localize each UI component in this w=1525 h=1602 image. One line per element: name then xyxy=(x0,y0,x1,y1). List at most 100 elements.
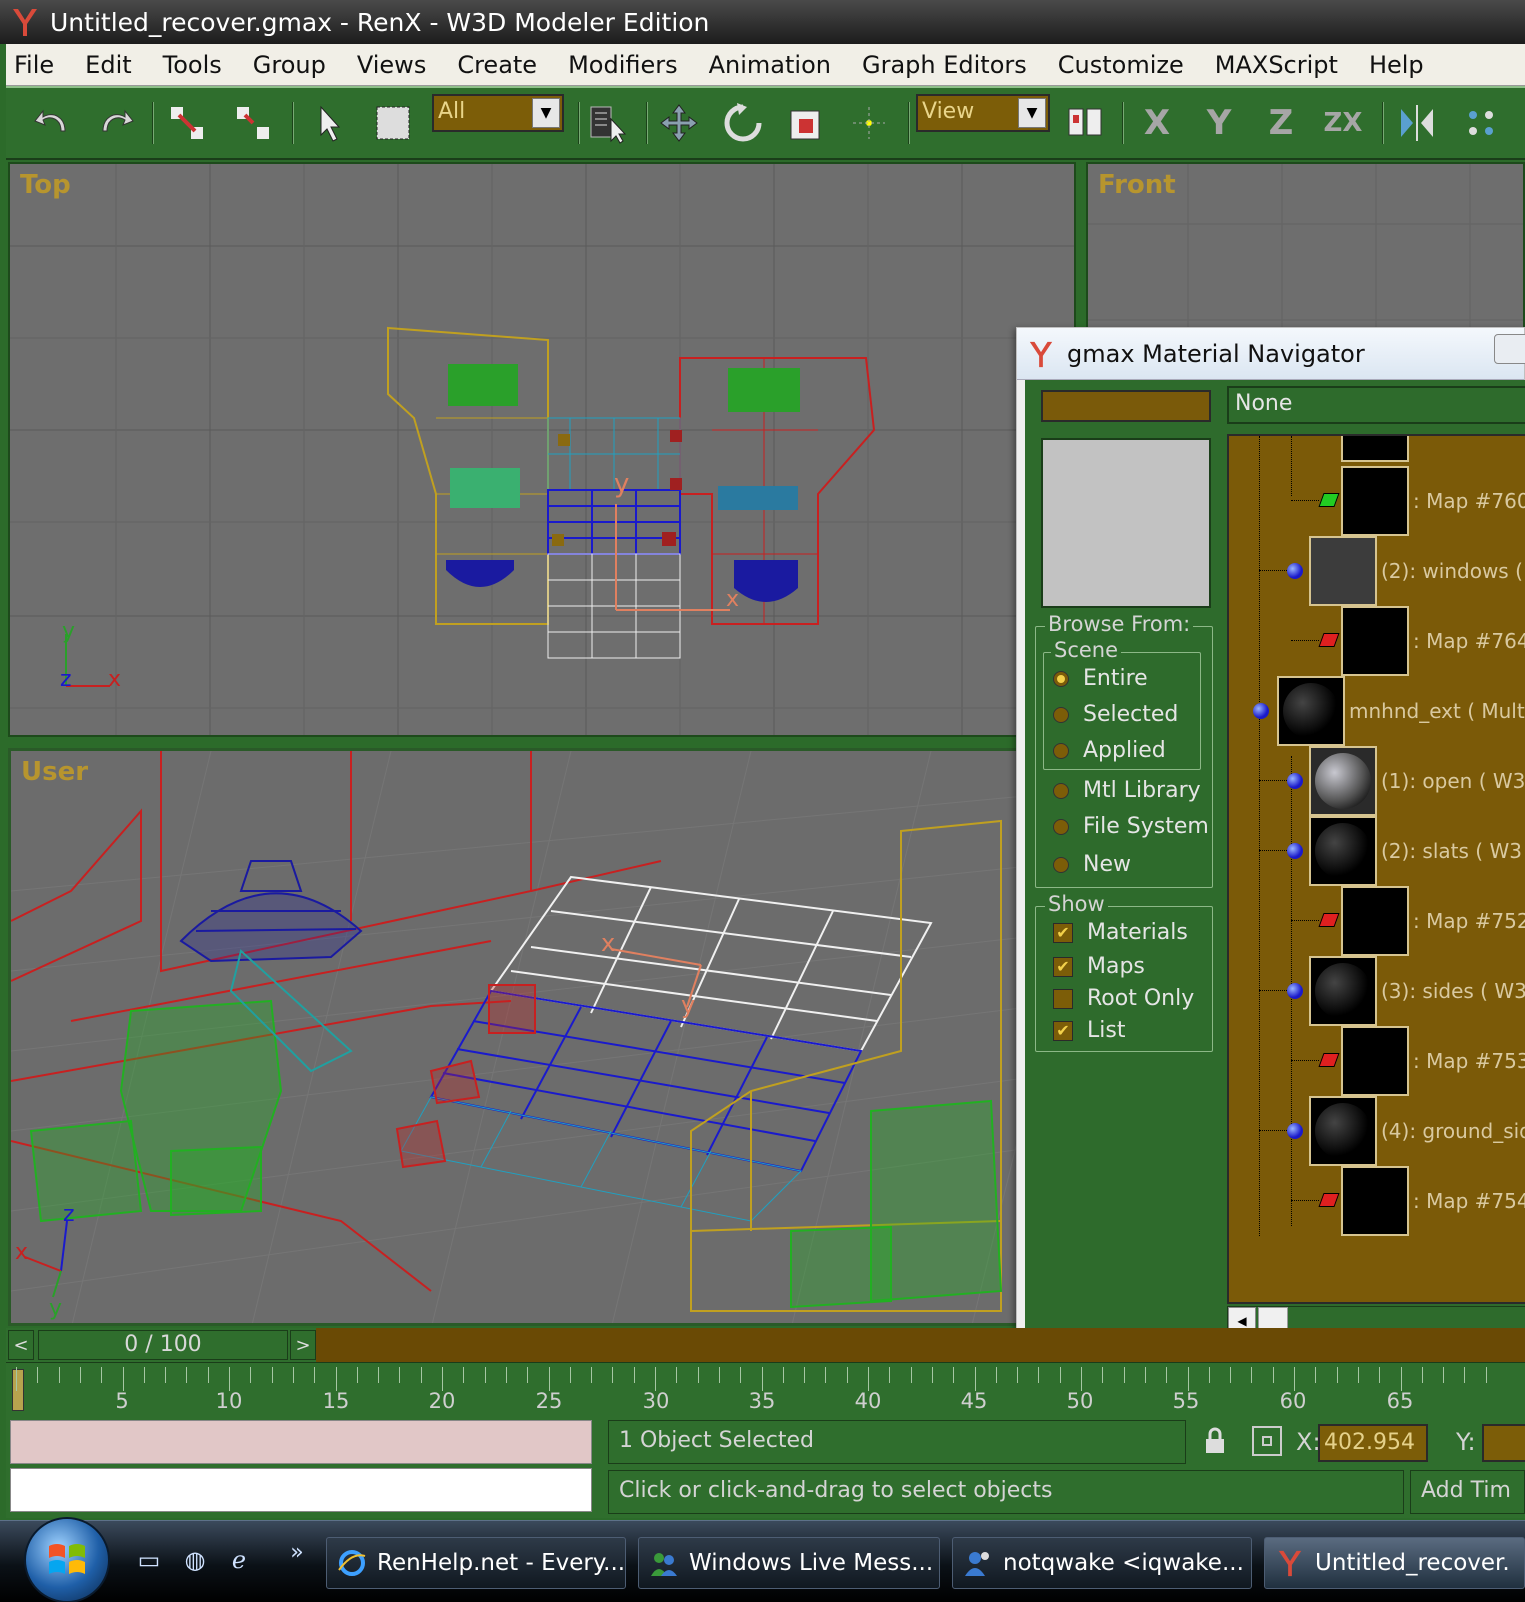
material-sphere-icon xyxy=(1287,563,1303,579)
next-frame-button[interactable]: > xyxy=(290,1330,316,1360)
minimize-button[interactable] xyxy=(1494,334,1525,364)
restrict-z-button[interactable]: Z xyxy=(1256,98,1306,148)
radio-selected[interactable]: Selected xyxy=(1053,702,1178,727)
taskbar-item-label: RenHelp.net - Every... xyxy=(377,1550,626,1576)
tree-item[interactable]: (2): windows ( xyxy=(1229,536,1523,606)
select-and-scale-button[interactable] xyxy=(782,98,832,148)
maxscript-listener-mini[interactable] xyxy=(10,1420,592,1464)
radio-file-system[interactable]: File System xyxy=(1053,814,1209,839)
checkbox-list[interactable]: ✔ List xyxy=(1053,1018,1125,1043)
maxscript-input-mini[interactable] xyxy=(10,1468,592,1512)
reference-coord-dropdown[interactable]: View ▼ xyxy=(916,94,1050,132)
y-coord-field[interactable] xyxy=(1482,1424,1525,1462)
redo-button[interactable] xyxy=(90,98,140,148)
menu-maxscript[interactable]: MAXScript xyxy=(1213,49,1340,81)
taskbar-item-gmax[interactable]: Untitled_recover. xyxy=(1264,1537,1525,1589)
material-color-swatch[interactable] xyxy=(1041,390,1211,422)
taskbar-item-label: notqwake <iqwake... xyxy=(1003,1550,1244,1576)
ruler-tick xyxy=(314,1367,316,1383)
tree-item[interactable]: (2): slats ( W3 xyxy=(1229,816,1522,886)
add-time-tag-button[interactable]: Add Tim xyxy=(1410,1470,1525,1514)
chevron-right-icon[interactable]: » xyxy=(282,1537,312,1567)
material-thumbnail xyxy=(1309,816,1377,886)
browser-quicklaunch-icon[interactable]: ◍ xyxy=(180,1545,210,1575)
main-toolbar: All ▼ View ▼ X Y Z ZX xyxy=(6,86,1525,160)
menu-edit[interactable]: Edit xyxy=(83,49,133,81)
ruler-tick xyxy=(931,1367,933,1383)
ruler-tick xyxy=(143,1367,145,1383)
tree-item[interactable]: : Map #754 xyxy=(1229,1166,1525,1236)
menu-group[interactable]: Group xyxy=(251,49,328,81)
tree-item[interactable]: : Map #752 xyxy=(1229,886,1525,956)
unlink-selection-button[interactable] xyxy=(228,98,278,148)
ruler-tick xyxy=(207,1367,209,1383)
restrict-y-button[interactable]: Y xyxy=(1194,98,1244,148)
tree-item[interactable]: mnhnd_ext ( Mult xyxy=(1229,676,1525,746)
select-and-move-button[interactable] xyxy=(654,98,704,148)
svg-text:y: y xyxy=(49,1296,62,1321)
select-and-rotate-button[interactable] xyxy=(718,98,768,148)
undo-button[interactable] xyxy=(28,98,78,148)
frame-cursor[interactable] xyxy=(12,1369,24,1411)
radio-entire[interactable]: Entire xyxy=(1053,666,1148,691)
x-coord-field[interactable]: 402.954 xyxy=(1318,1424,1428,1462)
menu-customize[interactable]: Customize xyxy=(1056,49,1186,81)
menu-tools[interactable]: Tools xyxy=(161,49,224,81)
menu-file[interactable]: File xyxy=(12,49,56,81)
select-by-name-button[interactable] xyxy=(584,98,634,148)
restrict-zx-button[interactable]: ZX xyxy=(1318,98,1368,148)
lock-icon[interactable] xyxy=(1202,1426,1228,1456)
material-sphere-icon xyxy=(1287,983,1303,999)
checkbox-root-only[interactable]: Root Only xyxy=(1053,986,1194,1011)
menu-help[interactable]: Help xyxy=(1367,49,1426,81)
tree-item[interactable]: (1): open ( W3 xyxy=(1229,746,1525,816)
menu-animation[interactable]: Animation xyxy=(707,49,833,81)
tree-item[interactable]: : Map #764 xyxy=(1229,606,1525,676)
ruler-tick xyxy=(1102,1367,1104,1383)
time-slider-track xyxy=(316,1328,1525,1362)
ruler-tick xyxy=(505,1367,507,1383)
time-slider-thumb[interactable]: 0 / 100 xyxy=(38,1330,288,1360)
select-object-button[interactable] xyxy=(304,98,354,148)
material-navigator-titlebar[interactable]: gmax Material Navigator xyxy=(1017,328,1524,380)
use-pivot-point-button[interactable] xyxy=(844,98,894,148)
frame-ruler[interactable]: 5 10 15 20 25 30 35 40 45 50 55 60 65 xyxy=(6,1362,1525,1416)
checkbox-maps[interactable]: ✔ Maps xyxy=(1053,954,1145,979)
menu-views[interactable]: Views xyxy=(355,49,428,81)
mirror-button[interactable] xyxy=(1392,98,1442,148)
tree-item[interactable]: (3): sides ( W3 xyxy=(1229,956,1525,1026)
tree-item[interactable]: : Map #753 xyxy=(1229,1026,1525,1096)
taskbar-item-renhelp[interactable]: RenHelp.net - Every... xyxy=(326,1537,626,1589)
radio-mtl-library[interactable]: Mtl Library xyxy=(1053,778,1201,803)
menu-create[interactable]: Create xyxy=(455,49,539,81)
ie-quicklaunch-icon[interactable]: ℯ xyxy=(224,1545,254,1575)
ruler-tick xyxy=(79,1367,81,1383)
material-navigator-window[interactable]: gmax Material Navigator None Browse From… xyxy=(1016,327,1525,1336)
ruler-tick xyxy=(186,1367,188,1383)
material-name-field[interactable]: None xyxy=(1227,386,1525,424)
taskbar-item-conversation[interactable]: notqwake <iqwake... xyxy=(952,1537,1252,1589)
pivot-center-button[interactable] xyxy=(1060,98,1110,148)
start-button[interactable] xyxy=(24,1517,110,1602)
tree-item[interactable]: : Map #760 xyxy=(1229,466,1525,536)
align-button[interactable] xyxy=(1456,98,1506,148)
select-and-link-button[interactable] xyxy=(162,98,212,148)
radio-new[interactable]: New xyxy=(1053,852,1131,877)
viewport-top[interactable]: y x y z x Top xyxy=(8,162,1076,737)
selection-filter-dropdown[interactable]: All ▼ xyxy=(432,94,564,132)
absolute-mode-toggle[interactable] xyxy=(1252,1426,1282,1456)
viewport-user[interactable]: x y z x y User xyxy=(8,748,1076,1326)
ruler-tick xyxy=(122,1367,124,1391)
previous-frame-button[interactable]: < xyxy=(8,1330,34,1360)
taskbar-item-messenger[interactable]: Windows Live Mess... xyxy=(638,1537,940,1589)
show-desktop-icon[interactable]: ▭ xyxy=(134,1545,164,1575)
checkbox-materials[interactable]: ✔ Materials xyxy=(1053,920,1188,945)
material-tree[interactable]: : Map #760 (2): windows ( : Map #764 mnh… xyxy=(1227,434,1525,1304)
selection-region-button[interactable] xyxy=(368,98,418,148)
menu-graph-editors[interactable]: Graph Editors xyxy=(860,49,1029,81)
browse-from-label: Browse From: xyxy=(1045,612,1194,636)
restrict-x-button[interactable]: X xyxy=(1132,98,1182,148)
tree-item[interactable]: (4): ground_sid xyxy=(1229,1096,1525,1166)
menu-modifiers[interactable]: Modifiers xyxy=(566,49,680,81)
radio-applied[interactable]: Applied xyxy=(1053,738,1166,763)
